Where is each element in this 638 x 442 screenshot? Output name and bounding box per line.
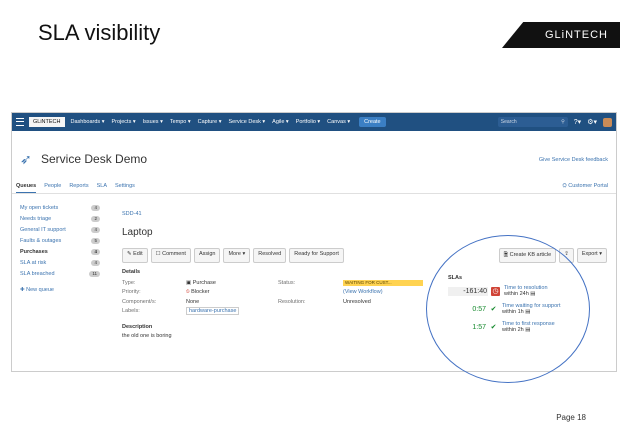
tab-sla[interactable]: SLA [97,183,107,193]
search-input[interactable]: Search ⚲ [497,117,568,127]
nav-service-desk[interactable]: Service Desk ▾ [228,119,265,125]
assign-button[interactable]: Assign [193,248,221,263]
queue-item[interactable]: SLA breached 11 [20,271,100,277]
issue-key[interactable]: SDD-41 [122,211,607,217]
type-value: ▣ Purchase [186,280,278,286]
queue-label: My open tickets [20,205,59,211]
new-queue-label: New queue [26,287,54,293]
ready-for-support-button[interactable]: Ready for Support [289,248,344,263]
project-title[interactable]: Service Desk Demo [41,152,147,166]
help-icon[interactable]: ?▾ [574,118,581,126]
nav-dashboards[interactable]: Dashboards ▾ [71,119,105,125]
comment-label: Comment [162,251,186,257]
nav-portfolio[interactable]: Portfolio ▾ [296,119,320,125]
search-icon: ⚲ [561,119,565,125]
create-button[interactable]: Create [359,117,386,127]
comment-button[interactable]: ☐ Comment [150,248,191,263]
top-navigation: GLiNTECH Dashboards ▾ Projects ▾ Issues … [12,113,616,131]
type-label: Type: [122,280,136,286]
slide-title: SLA visibility [38,20,161,45]
queue-count: 2 [91,216,100,222]
more-button[interactable]: More ▾ [223,248,251,263]
tab-settings[interactable]: Settings [115,183,135,193]
resolution-label: Resolution: [278,299,306,305]
export-button[interactable]: Export ▾ [576,248,607,263]
project-tabs: Queues People Reports SLA Settings ⛭ Cus… [12,183,616,194]
avatar[interactable] [603,117,612,127]
priority-label: Priority: [122,289,141,295]
queue-count: 4 [91,227,100,233]
queue-item[interactable]: SLA at risk 4 [20,260,100,266]
queue-label: SLA at risk [20,260,47,266]
customer-portal-label: Customer Portal [568,183,608,189]
nav-projects[interactable]: Projects ▾ [111,119,135,125]
status-badge: WAITING FOR CUST... [343,280,423,286]
edit-button[interactable]: ✎ Edit [122,248,148,263]
priority-text: Blocker [191,289,210,295]
resolution-value: Unresolved [343,299,371,305]
label-tag[interactable]: hardware-purchase [186,307,240,315]
queue-item[interactable]: Faults & outages 5 [20,238,100,244]
labels-value: hardware-purchase [186,307,278,315]
tab-people[interactable]: People [44,183,61,193]
project-rocket-icon: ➶ [20,151,32,167]
queue-count: 4 [91,205,100,211]
resolved-button[interactable]: Resolved [253,248,287,263]
nav-agile[interactable]: Agile ▾ [272,119,289,125]
nav-capture[interactable]: Capture ▾ [198,119,222,125]
queue-item[interactable]: Needs triage 2 [20,216,100,222]
gear-icon[interactable]: ⚙▾ [587,118,597,126]
queue-count: 4 [91,249,100,255]
project-header: ➶ Service Desk Demo [20,151,147,167]
issue-title[interactable]: Laptop [122,227,607,238]
queue-label: Needs triage [20,216,52,222]
purchase-icon: ▣ [186,280,193,286]
brand-logo: GLiNTECH [544,29,608,41]
queue-sidebar: My open tickets 4 Needs triage 2 General I… [20,205,100,293]
queue-item[interactable]: General IT support 4 [20,227,100,233]
search-placeholder: Search [500,119,517,125]
component-label: Component/s: [122,299,157,305]
type-text: Purchase [192,280,216,286]
nav-canvas[interactable]: Canvas ▾ [327,119,350,125]
nav-tempo[interactable]: Tempo ▾ [170,119,191,125]
status-label: Status: [278,280,296,286]
edit-label: Edit [133,251,143,257]
brand-banner: GLiNTECH [502,22,620,48]
sla-highlight-ellipse [426,235,590,383]
tab-reports[interactable]: Reports [69,183,88,193]
queue-label: Purchases [20,249,48,255]
queue-label: SLA breached [20,271,55,277]
app-switcher-icon[interactable] [16,118,24,126]
queue-count: 5 [91,238,100,244]
nav-issues[interactable]: Issues ▾ [143,119,163,125]
feedback-link[interactable]: Give Service Desk feedback [539,157,608,163]
labels-label: Labels: [122,308,140,314]
queue-count: 11 [89,271,100,277]
queue-label: Faults & outages [20,238,62,244]
component-value: None [186,299,200,305]
page-number: Page 18 [556,413,586,422]
queue-item-active[interactable]: Purchases 4 [20,249,100,255]
queue-item[interactable]: My open tickets 4 [20,205,100,211]
priority-value: ⦸ Blocker [186,289,278,296]
new-queue-link[interactable]: ✚ New queue [20,287,100,293]
tab-queues[interactable]: Queues [16,183,37,193]
queue-label: General IT support [20,227,66,233]
queue-count: 4 [91,260,100,266]
nav-logo[interactable]: GLiNTECH [29,117,65,127]
view-workflow-link[interactable]: (View Workflow) [343,289,423,296]
customer-portal-link[interactable]: ⛭ Customer Portal [562,183,608,193]
